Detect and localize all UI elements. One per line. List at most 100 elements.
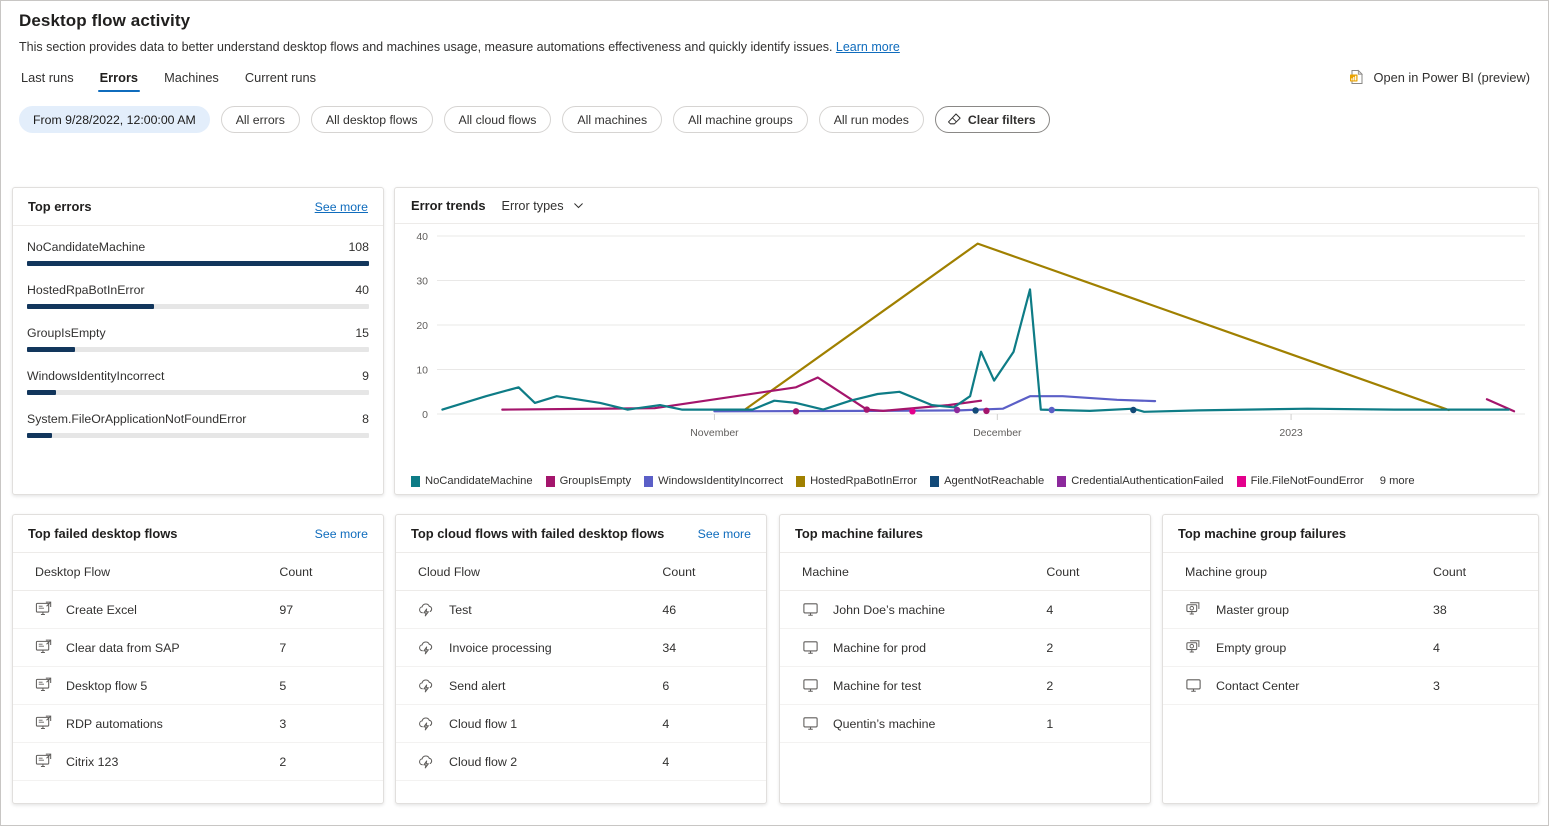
row-name-cell: Contact Center	[1163, 667, 1433, 705]
legend-item[interactable]: GroupIsEmpty	[546, 475, 632, 487]
filter-all-desktop-flows[interactable]: All desktop flows	[311, 106, 433, 133]
top-error-count: 108	[348, 240, 369, 254]
top-machine-group-failures-title: Top machine group failures	[1178, 526, 1346, 541]
legend-label: CredentialAuthenticationFailed	[1071, 475, 1223, 487]
table-row[interactable]: Master group38	[1163, 591, 1538, 629]
tab-last-runs[interactable]: Last runs	[19, 68, 76, 92]
top-error-bar-track	[27, 304, 369, 309]
filter-all-machines[interactable]: All machines	[562, 106, 662, 133]
legend-label: AgentNotReachable	[944, 475, 1044, 487]
table-row[interactable]: John Doe’s machine4	[780, 591, 1150, 629]
legend-item[interactable]: HostedRpaBotInError	[796, 475, 917, 487]
row-label: Desktop flow 5	[66, 679, 147, 693]
row-count-cell: 46	[662, 591, 766, 629]
tab-current-runs[interactable]: Current runs	[243, 68, 318, 92]
clear-filters-button[interactable]: Clear filters	[935, 106, 1050, 133]
tab-machines[interactable]: Machines	[162, 68, 221, 92]
table-row[interactable]: Contact Center3	[1163, 667, 1538, 705]
error-trends-legend: NoCandidateMachine GroupIsEmpty WindowsIde…	[411, 475, 1415, 487]
row-name-cell: Invoice processing	[396, 629, 662, 667]
error-type-selector-label: Error types	[502, 199, 564, 213]
error-trends-title: Error trends	[411, 198, 486, 213]
row-count-cell: 4	[1046, 591, 1150, 629]
row-name-cell: Create Excel	[13, 591, 279, 629]
legend-item[interactable]: WindowsIdentityIncorrect	[644, 475, 783, 487]
series-point-marker	[1130, 407, 1136, 413]
legend-label: File.FileNotFoundError	[1251, 475, 1364, 487]
learn-more-link[interactable]: Learn more	[836, 40, 900, 54]
machine-group-icon	[1185, 639, 1202, 656]
row-label: Clear data from SAP	[66, 641, 180, 655]
table-row[interactable]: RDP automations3	[13, 705, 383, 743]
row-name-cell: Machine for test	[780, 667, 1046, 705]
y-axis-tick: 10	[416, 365, 428, 377]
legend-item[interactable]: NoCandidateMachine	[411, 475, 533, 487]
column-header: Machine	[780, 553, 1046, 591]
column-header: Machine group	[1163, 553, 1433, 591]
row-label: Test	[449, 603, 472, 617]
row-name-cell: Citrix 123	[13, 743, 279, 781]
desktop-flow-icon	[35, 677, 52, 694]
legend-item[interactable]: AgentNotReachable	[930, 475, 1044, 487]
column-header: Count	[662, 553, 766, 591]
table-row[interactable]: Create Excel97	[13, 591, 383, 629]
row-count-cell: 2	[1046, 667, 1150, 705]
desktop-flow-icon	[35, 715, 52, 732]
table-row[interactable]: Empty group4	[1163, 629, 1538, 667]
top-error-bar-fill	[27, 347, 75, 352]
table-row[interactable]: Quentin’s machine1	[780, 705, 1150, 743]
machine-icon	[802, 715, 819, 732]
table-row[interactable]: Cloud flow 14	[396, 705, 766, 743]
table-row[interactable]: Cloud flow 24	[396, 743, 766, 781]
top-errors-title: Top errors	[28, 199, 92, 214]
table-row[interactable]: Desktop flow 5 5	[13, 667, 383, 705]
page-header: Desktop flow activity This section provi…	[1, 1, 1548, 54]
legend-label: NoCandidateMachine	[425, 475, 533, 487]
table-row[interactable]: Machine for prod2	[780, 629, 1150, 667]
desktop-flow-icon	[35, 639, 52, 656]
series-point-marker	[972, 407, 978, 413]
top-failed-desktop-flows-see-more[interactable]: See more	[315, 527, 368, 541]
row-label: Cloud flow 1	[449, 717, 517, 731]
row-count-cell: 7	[279, 629, 383, 667]
top-machine-failures-table: MachineCountJohn Doe’s machine4Machine f…	[780, 553, 1150, 743]
row-count-cell: 5	[279, 667, 383, 705]
filter-date-range[interactable]: From 9/28/2022, 12:00:00 AM	[19, 106, 210, 133]
legend-item[interactable]: CredentialAuthenticationFailed	[1057, 475, 1223, 487]
top-machine-group-failures-card: Top machine group failures Machine group…	[1162, 514, 1539, 804]
column-header: Count	[1046, 553, 1150, 591]
filter-all-errors[interactable]: All errors	[221, 106, 300, 133]
series-line-windowsidentityincorrect	[714, 396, 1155, 411]
legend-item[interactable]: File.FileNotFoundError	[1237, 475, 1364, 487]
legend-label: HostedRpaBotInError	[810, 475, 917, 487]
top-error-count: 15	[355, 326, 369, 340]
open-in-power-bi-button[interactable]: Open in Power BI (preview)	[1349, 69, 1530, 92]
eraser-icon	[947, 112, 962, 127]
power-bi-report-icon	[1349, 69, 1365, 85]
x-axis-tick: November	[690, 427, 739, 439]
series-line-groupisempty	[502, 378, 981, 411]
machine-icon	[802, 639, 819, 656]
legend-more-link[interactable]: 9 more	[1380, 475, 1415, 487]
series-point-marker	[983, 408, 989, 414]
filter-all-machine-groups[interactable]: All machine groups	[673, 106, 808, 133]
table-row[interactable]: Invoice processing34	[396, 629, 766, 667]
error-type-selector[interactable]: Error types	[502, 199, 585, 213]
filter-all-run-modes[interactable]: All run modes	[819, 106, 924, 133]
legend-label: GroupIsEmpty	[560, 475, 632, 487]
filter-all-cloud-flows[interactable]: All cloud flows	[444, 106, 552, 133]
legend-swatch	[1237, 476, 1246, 487]
top-errors-see-more[interactable]: See more	[315, 200, 368, 214]
table-header-row: MachineCount	[780, 553, 1150, 591]
table-row[interactable]: Machine for test2	[780, 667, 1150, 705]
table-row[interactable]: Send alert6	[396, 667, 766, 705]
table-row[interactable]: Test 46	[396, 591, 766, 629]
top-error-bar-fill	[27, 433, 52, 438]
tab-errors[interactable]: Errors	[98, 68, 140, 92]
row-label: Empty group	[1216, 641, 1286, 655]
table-row[interactable]: Clear data from SAP 7	[13, 629, 383, 667]
table-row[interactable]: Citrix 1232	[13, 743, 383, 781]
legend-swatch	[1057, 476, 1066, 487]
top-cloud-flows-see-more[interactable]: See more	[698, 527, 751, 541]
row-name-cell: Master group	[1163, 591, 1433, 629]
